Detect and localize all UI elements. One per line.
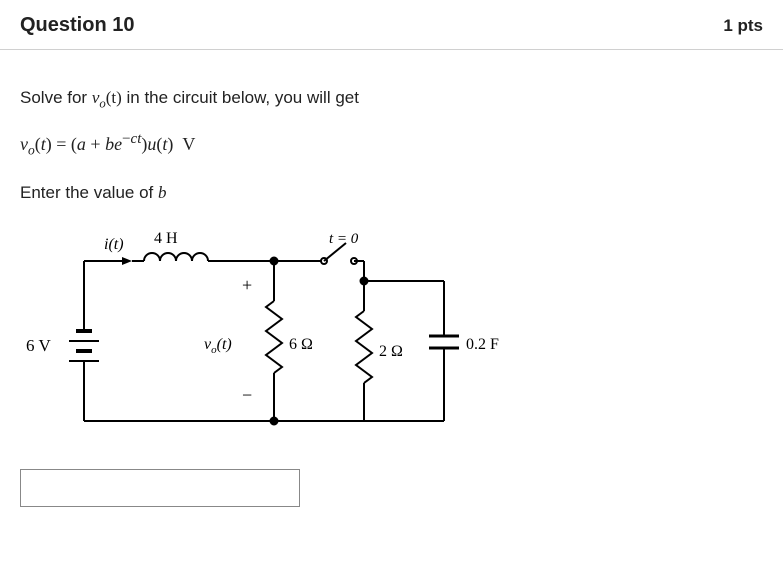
current-label: i(t) <box>104 236 124 253</box>
question-title: Question 10 <box>20 14 134 37</box>
circuit-diagram: 6 V i(t) 4 H + vo(t) − 6 Ω t = 0 2 Ω 0.2… <box>14 221 554 451</box>
source-label: 6 V <box>26 336 51 355</box>
r2-label: 2 Ω <box>379 343 403 360</box>
prompt-text: Solve for <box>20 88 92 107</box>
cap-label: 0.2 F <box>466 336 499 353</box>
question-points: 1 pts <box>723 16 763 36</box>
question-content: Solve for vo(t) in the circuit below, yo… <box>0 50 783 517</box>
plus-sign: + <box>242 275 252 295</box>
var-b: b <box>158 183 167 202</box>
vo-label: vo(t) <box>204 336 232 356</box>
answer-input[interactable] <box>20 469 300 507</box>
prompt-text-3: Enter the value of <box>20 183 158 202</box>
r1-label: 6 Ω <box>289 336 313 353</box>
prompt-line-3: Enter the value of b <box>20 183 763 203</box>
equation-line: vo(t) = (a + be−ct)u(t) V <box>20 131 763 159</box>
var-vo: vo(t) <box>92 88 122 107</box>
minus-sign: − <box>242 385 252 405</box>
prompt-text-post: in the circuit below, you will get <box>122 88 359 107</box>
prompt-line-1: Solve for vo(t) in the circuit below, yo… <box>20 88 763 111</box>
question-header: Question 10 1 pts <box>0 0 783 50</box>
switch-label: t = 0 <box>329 231 359 247</box>
inductor-label: 4 H <box>154 230 178 247</box>
